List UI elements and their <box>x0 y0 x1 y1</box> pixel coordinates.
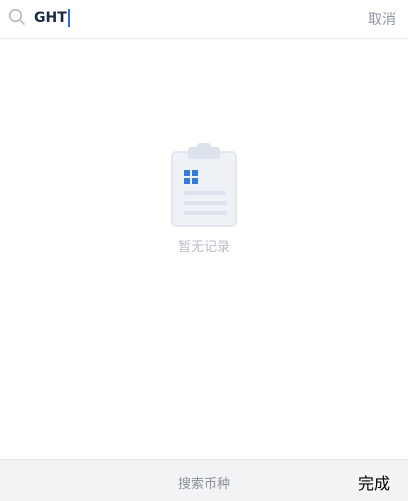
search-icon <box>8 8 25 25</box>
search-input[interactable]: GHT <box>34 8 70 28</box>
keyboard-toolbar: 搜索币种 完成 <box>0 459 408 501</box>
search-coin-placeholder: 搜索币种 <box>177 477 230 492</box>
clipboard-icon <box>171 143 237 227</box>
search-input-value: GHT <box>34 10 67 26</box>
empty-message: 暂无记录 <box>177 240 230 255</box>
empty-state: 暂无记录 <box>0 140 408 255</box>
text-caret <box>67 9 70 27</box>
done-button[interactable]: 完成 <box>358 470 390 494</box>
cancel-button[interactable]: 取消 <box>368 9 396 29</box>
search-bar: GHT 取消 <box>0 0 408 39</box>
